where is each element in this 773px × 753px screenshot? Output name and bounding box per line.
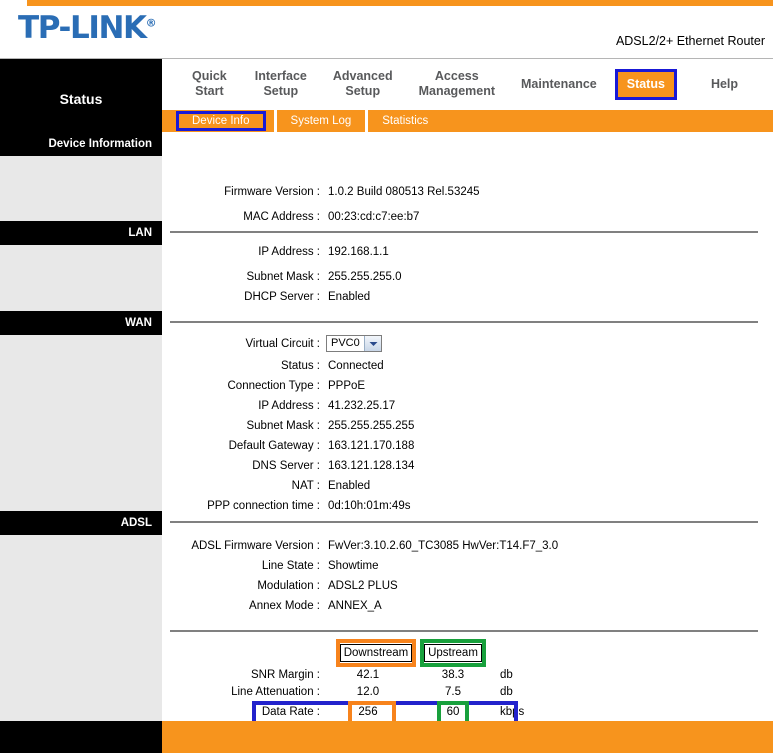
section-label-wan: WAN: [0, 311, 162, 335]
nav-access-management[interactable]: Access Management: [413, 67, 501, 103]
sub-navigation: Device Info System Log Statistics: [162, 110, 773, 132]
router-model-label: ADSL2/2+ Ethernet Router: [615, 34, 765, 48]
row-connection-type: Connection Type : PPPoE: [227, 380, 366, 392]
divider-wan: [170, 321, 758, 323]
section-label-lan: LAN: [0, 221, 162, 245]
main-panel: Firmware Version : 1.0.2 Build 080513 Re…: [162, 132, 773, 727]
section-label-adsl: ADSL: [0, 511, 162, 535]
page-title-label: Status: [59, 91, 103, 107]
row-nat: NAT : Enabled: [291, 480, 371, 492]
nav-quick-start[interactable]: Quick Start: [186, 67, 233, 103]
divider-adsl-stats: [170, 630, 758, 632]
row-lan-ip-address: IP Address : 192.168.1.1: [258, 246, 389, 258]
row-wan-status: Status : Connected: [281, 360, 384, 372]
subnav-device-info[interactable]: Device Info: [176, 111, 266, 131]
nav-items: Quick Start Interface Setup Advanced Set…: [162, 59, 773, 110]
row-line-state: Line State : Showtime: [261, 560, 379, 572]
row-lan-subnet-mask: Subnet Mask : 255.255.255.0: [246, 271, 402, 283]
page-title: Status: [0, 59, 162, 139]
divider-lan: [170, 231, 758, 233]
row-modulation: Modulation : ADSL2 PLUS: [257, 580, 398, 592]
subnav-system-log[interactable]: System Log: [277, 113, 366, 129]
row-virtual-circuit: Virtual Circuit : PVC0: [162, 335, 773, 358]
sidebar: Device Information LAN WAN ADSL: [0, 132, 162, 721]
row-wan-subnet-mask: Subnet Mask : 255.255.255.255: [246, 420, 415, 432]
row-dns-server: DNS Server : 163.121.128.134: [252, 460, 415, 472]
row-adsl-firmware-version: ADSL Firmware Version : FwVer:3.10.2.60_…: [191, 540, 559, 552]
row-annex-mode: Annex Mode : ANNEX_A: [249, 600, 382, 612]
row-firmware-version: Firmware Version : 1.0.2 Build 080513 Re…: [224, 186, 480, 198]
registered-trademark-icon: ®: [145, 16, 157, 30]
annotation-box-upstream-header: [420, 639, 486, 667]
subnav-statistics[interactable]: Statistics: [368, 113, 442, 129]
row-wan-ip-address: IP Address : 41.232.25.17: [258, 400, 396, 412]
row-ppp-connection-time: PPP connection time : 0d:10h:01m:49s: [207, 500, 411, 512]
row-mac-address: MAC Address : 00:23:cd:c7:ee:b7: [243, 211, 420, 223]
footer-bar: [162, 721, 773, 753]
content-area: Device Information LAN WAN ADSL Firmware…: [0, 132, 773, 727]
main-navigation: Status Quick Start Interface Setup Advan…: [0, 59, 773, 139]
masthead: TP-LINK® ADSL2/2+ Ethernet Router: [0, 6, 773, 59]
annotation-box-downstream-header: [336, 639, 416, 667]
tp-link-logo: TP-LINK®: [18, 10, 157, 46]
footer-sidebar-block: [0, 721, 162, 753]
virtual-circuit-select[interactable]: PVC0: [326, 335, 382, 352]
divider-adsl: [170, 521, 758, 523]
nav-help[interactable]: Help: [705, 73, 744, 96]
row-default-gateway: Default Gateway : 163.121.170.188: [228, 440, 415, 452]
nav-maintenance[interactable]: Maintenance: [515, 73, 603, 96]
logo-text: TP-LINK: [18, 10, 147, 46]
virtual-circuit-value: PVC0: [331, 337, 360, 349]
nav-advanced-setup[interactable]: Advanced Setup: [327, 67, 399, 103]
chevron-down-icon[interactable]: [364, 336, 381, 351]
nav-status[interactable]: Status: [614, 69, 677, 100]
nav-interface-setup[interactable]: Interface Setup: [249, 67, 313, 103]
row-dhcp-server: DHCP Server : Enabled: [244, 291, 371, 303]
section-label-device-information: Device Information: [0, 132, 162, 156]
